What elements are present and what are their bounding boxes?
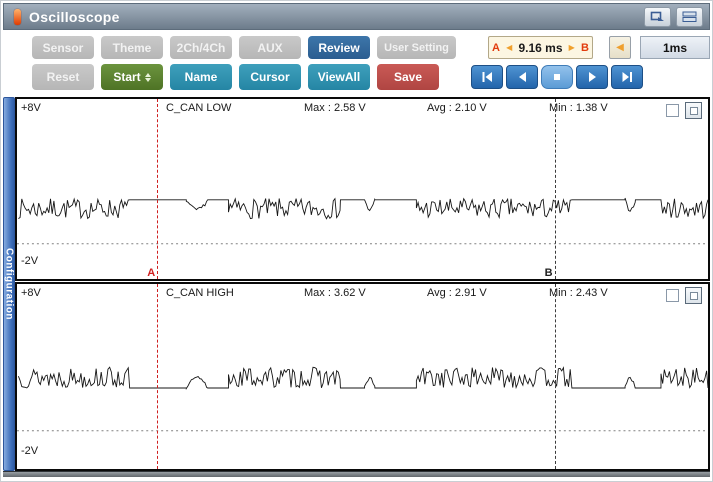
waveform-trace (17, 366, 708, 391)
skip-start-button[interactable] (471, 65, 503, 89)
start-button-label: Start (113, 70, 141, 84)
ab-time-value: 9.16 ms (518, 40, 563, 55)
cursor-a-marker: A (492, 41, 500, 54)
ab-time-display: A ◀ 9.16 ms ▶ B (488, 36, 593, 59)
left-arrow-icon: ◀ (616, 42, 624, 53)
skip-end-icon (622, 72, 632, 82)
channel-name: C_CAN LOW (166, 102, 232, 114)
viewall-button[interactable]: ViewAll (308, 64, 370, 90)
window-list-button[interactable] (676, 6, 703, 27)
avg-readout: Avg : 2.10 V (427, 102, 487, 114)
cursor-b-line[interactable] (554, 99, 556, 279)
play-icon (589, 72, 596, 82)
configuration-tab[interactable]: Configuration (3, 97, 15, 471)
channel-expand-button[interactable] (685, 287, 702, 304)
start-button[interactable]: Start (101, 64, 163, 90)
min-readout: Min : 2.43 V (549, 287, 608, 299)
titlebar: Oscilloscope (3, 3, 710, 30)
max-readout: Max : 3.62 V (304, 287, 366, 299)
review-button[interactable]: Review (308, 36, 370, 59)
max-readout: Max : 2.58 V (304, 102, 366, 114)
channel-display-options (666, 102, 702, 119)
stop-button[interactable] (541, 65, 573, 89)
restore-window-button[interactable] (644, 6, 671, 27)
expand-icon (689, 291, 698, 300)
timebase-value-field[interactable]: 1ms (640, 36, 710, 59)
volt-top-label: +8V (21, 102, 41, 114)
step-back-icon (519, 72, 526, 82)
cursor-b-label: B (544, 267, 553, 279)
window-controls (644, 6, 703, 27)
channel-select-checkbox[interactable] (666, 289, 679, 302)
theme-button[interactable]: Theme (101, 36, 163, 59)
oscilloscope-window: Oscilloscope Sensor Theme 2Ch/4Ch AUX Re… (0, 0, 713, 482)
volt-bottom-label: -2V (21, 255, 39, 267)
toolbar-row-2: Reset Start Name Cursor ViewAll Save (32, 64, 643, 90)
window-list-icon (682, 11, 697, 22)
scope-content: Configuration +8V C_CAN LOW Max : 2.58 V… (3, 97, 710, 471)
volt-bottom-label: -2V (21, 445, 39, 457)
cursor-b-line[interactable] (554, 284, 556, 469)
step-back-button[interactable] (506, 65, 538, 89)
skip-end-button[interactable] (611, 65, 643, 89)
expand-icon (689, 106, 698, 115)
playback-controls (471, 65, 643, 89)
user-setting-button[interactable]: User Setting (377, 36, 456, 59)
can-high-waveform (17, 366, 708, 432)
cursor-a-line[interactable] (157, 99, 159, 279)
cursor-b-right-arrow-icon[interactable]: ▶ (569, 43, 575, 52)
channel-expand-button[interactable] (685, 102, 702, 119)
timebase-decrease-button[interactable]: ◀ (609, 36, 631, 59)
name-button[interactable]: Name (170, 64, 232, 90)
channel-can-low: +8V C_CAN LOW Max : 2.58 V Avg : 2.10 V … (15, 97, 710, 281)
cursor-b-marker: B (581, 41, 589, 54)
restore-window-icon (650, 11, 664, 21)
waveform-trace (18, 197, 708, 220)
reset-button[interactable]: Reset (32, 64, 94, 90)
window-bottom-edge (3, 471, 710, 477)
channel-display-options (666, 287, 702, 304)
aux-button[interactable]: AUX (239, 36, 301, 59)
cursor-a-left-arrow-icon[interactable]: ◀ (506, 43, 512, 52)
channel-can-high: +8V C_CAN HIGH Max : 3.62 V Avg : 2.91 V… (15, 282, 710, 471)
avg-readout: Avg : 2.91 V (427, 287, 487, 299)
channel-mode-button[interactable]: 2Ch/4Ch (170, 36, 232, 59)
can-low-waveform (17, 197, 708, 245)
skip-start-icon (482, 72, 492, 82)
play-button[interactable] (576, 65, 608, 89)
save-button[interactable]: Save (377, 64, 439, 90)
channel-name: C_CAN HIGH (166, 287, 234, 299)
toolbar-row-1: Sensor Theme 2Ch/4Ch AUX Review User Set… (32, 36, 712, 59)
volt-top-label: +8V (21, 287, 41, 299)
min-readout: Min : 1.38 V (549, 102, 608, 114)
app-icon (14, 8, 21, 25)
cursor-a-label: A (147, 267, 156, 279)
cursor-button[interactable]: Cursor (239, 64, 301, 90)
start-spinner-icon (144, 72, 151, 82)
channel-select-checkbox[interactable] (666, 104, 679, 117)
stop-icon (554, 74, 560, 80)
window-title: Oscilloscope (29, 8, 120, 25)
cursor-a-line[interactable] (157, 284, 159, 469)
channel-stack: +8V C_CAN LOW Max : 2.58 V Avg : 2.10 V … (15, 97, 710, 471)
sensor-button[interactable]: Sensor (32, 36, 94, 59)
toolbar: Sensor Theme 2Ch/4Ch AUX Review User Set… (3, 30, 710, 97)
